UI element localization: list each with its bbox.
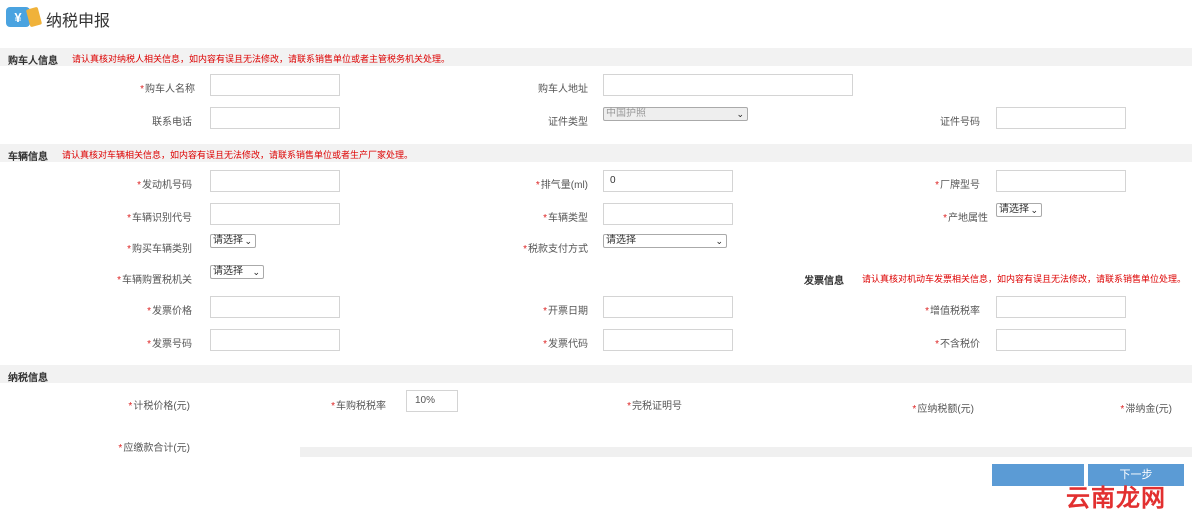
model-no-input[interactable] xyxy=(996,170,1126,192)
engine-no-label: *发动机号码 xyxy=(137,180,192,191)
cert-no-label: *完税证明号 xyxy=(627,401,682,412)
buyer-address-label: 购车人地址 xyxy=(538,84,588,95)
invoice-code-label: *发票代码 xyxy=(543,339,588,350)
tax-rate-label: *车购税税率 xyxy=(331,401,386,412)
id-type-label: 证件类型 xyxy=(548,117,588,128)
svg-text:¥: ¥ xyxy=(14,10,22,25)
engine-no-input[interactable] xyxy=(210,170,340,192)
tax-section-bar xyxy=(0,365,1192,383)
late-fee-label: *滞纳金(元) xyxy=(1120,404,1172,415)
tax-office-select[interactable]: 请选择 ⌄ xyxy=(210,265,264,279)
invoice-section-title: 发票信息 xyxy=(804,276,844,287)
page-title: 纳税申报 xyxy=(46,13,111,30)
payment-method-select[interactable]: 请选择 ⌄ xyxy=(603,234,727,248)
app-logo-icon: ¥ xyxy=(6,4,42,30)
vehicle-section-title: 车辆信息 xyxy=(8,152,48,163)
chevron-down-icon: ⌄ xyxy=(244,236,252,246)
contact-phone-label: 联系电话 xyxy=(152,117,192,128)
purchase-category-label: *购买车辆类别 xyxy=(127,244,192,255)
vat-rate-input[interactable] xyxy=(996,296,1126,318)
vehicle-type-label: *车辆类型 xyxy=(543,213,588,224)
buyer-address-input[interactable] xyxy=(603,74,853,96)
vat-rate-label: *增值税税率 xyxy=(925,306,980,317)
invoice-code-input[interactable] xyxy=(603,329,733,351)
chevron-down-icon: ⌄ xyxy=(715,236,723,246)
total-payable-label: *应缴款合计(元) xyxy=(118,443,190,454)
invoice-price-label: *发票价格 xyxy=(147,306,192,317)
tax-office-label: *车辆购置税机关 xyxy=(117,275,192,286)
invoice-section-notice: 请认真核对机动车发票相关信息，如内容有误且无法修改，请联系销售单位处理。 xyxy=(862,274,1187,284)
displacement-input[interactable]: 0 xyxy=(603,170,733,192)
invoice-date-input[interactable] xyxy=(603,296,733,318)
total-payable-bar xyxy=(300,447,1192,457)
origin-label: *产地属性 xyxy=(943,213,988,224)
invoice-no-input[interactable] xyxy=(210,329,340,351)
payment-method-label: *税款支付方式 xyxy=(523,244,588,255)
buyer-name-input[interactable] xyxy=(210,74,340,96)
chevron-down-icon: ⌄ xyxy=(252,267,260,277)
model-no-label: *厂牌型号 xyxy=(935,180,980,191)
price-excl-tax-label: *不含税价 xyxy=(935,339,980,350)
tax-payable-label: *应纳税额(元) xyxy=(912,404,974,415)
contact-phone-input[interactable] xyxy=(210,107,340,129)
watermark-logo: 云南龙网 xyxy=(1066,484,1166,512)
id-number-input[interactable] xyxy=(996,107,1126,129)
chevron-down-icon: ⌄ xyxy=(736,109,744,119)
chevron-down-icon: ⌄ xyxy=(1030,205,1038,215)
vehicle-section-notice: 请认真核对车辆相关信息，如内容有误且无法修改，请联系销售单位或者生产厂家处理。 xyxy=(62,150,414,160)
origin-select[interactable]: 请选择 ⌄ xyxy=(996,203,1042,217)
vin-input[interactable] xyxy=(210,203,340,225)
price-excl-tax-input[interactable] xyxy=(996,329,1126,351)
id-number-label: 证件号码 xyxy=(940,117,980,128)
id-type-select[interactable]: 中国护照 ⌄ xyxy=(603,107,748,121)
buyer-section-notice: 请认真核对纳税人相关信息，如内容有误且无法修改，请联系销售单位或者主管税务机关处… xyxy=(72,54,451,64)
taxable-price-label: *计税价格(元) xyxy=(128,401,190,412)
purchase-category-select[interactable]: 请选择 ⌄ xyxy=(210,234,256,248)
vehicle-type-input[interactable] xyxy=(603,203,733,225)
invoice-date-label: *开票日期 xyxy=(543,306,588,317)
buyer-name-label: *购车人名称 xyxy=(140,84,195,95)
invoice-no-label: *发票号码 xyxy=(147,339,192,350)
invoice-price-input[interactable] xyxy=(210,296,340,318)
tax-rate-input[interactable]: 10% xyxy=(406,390,458,412)
buyer-section-title: 购车人信息 xyxy=(8,56,58,67)
tax-section-title: 纳税信息 xyxy=(8,373,48,384)
vin-label: *车辆识别代号 xyxy=(127,213,192,224)
displacement-label: *排气量(ml) xyxy=(535,180,588,191)
